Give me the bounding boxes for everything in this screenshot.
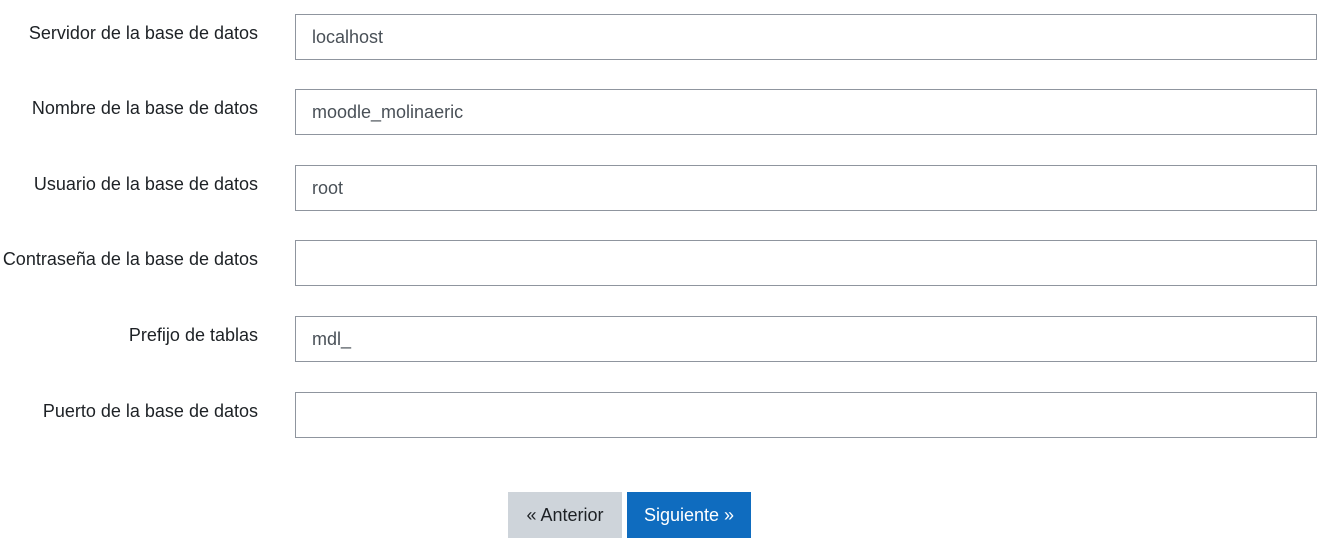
table-prefix-input[interactable] — [295, 316, 1317, 362]
db-name-row: Nombre de la base de datos — [0, 89, 1331, 135]
navigation-buttons: « Anterior Siguiente » — [508, 492, 751, 538]
db-password-input[interactable] — [295, 240, 1317, 286]
db-name-input[interactable] — [295, 89, 1317, 135]
table-prefix-row: Prefijo de tablas — [0, 316, 1331, 362]
db-host-input[interactable] — [295, 14, 1317, 60]
db-port-input[interactable] — [295, 392, 1317, 438]
db-host-label: Servidor de la base de datos — [28, 23, 258, 43]
table-prefix-label: Prefijo de tablas — [128, 325, 258, 345]
db-name-label: Nombre de la base de datos — [31, 98, 258, 118]
db-user-label: Usuario de la base de datos — [33, 174, 258, 194]
db-port-row: Puerto de la base de datos — [0, 392, 1331, 438]
db-host-row: Servidor de la base de datos — [0, 14, 1331, 60]
previous-button[interactable]: « Anterior — [508, 492, 622, 538]
db-password-label: Contraseña de la base de datos — [2, 249, 258, 269]
db-password-row: Contraseña de la base de datos — [0, 240, 1331, 286]
database-settings-form: Servidor de la base de datos Nombre de l… — [0, 0, 1331, 543]
next-button[interactable]: Siguiente » — [627, 492, 751, 538]
db-port-label: Puerto de la base de datos — [42, 401, 258, 421]
db-user-row: Usuario de la base de datos — [0, 165, 1331, 211]
db-user-input[interactable] — [295, 165, 1317, 211]
